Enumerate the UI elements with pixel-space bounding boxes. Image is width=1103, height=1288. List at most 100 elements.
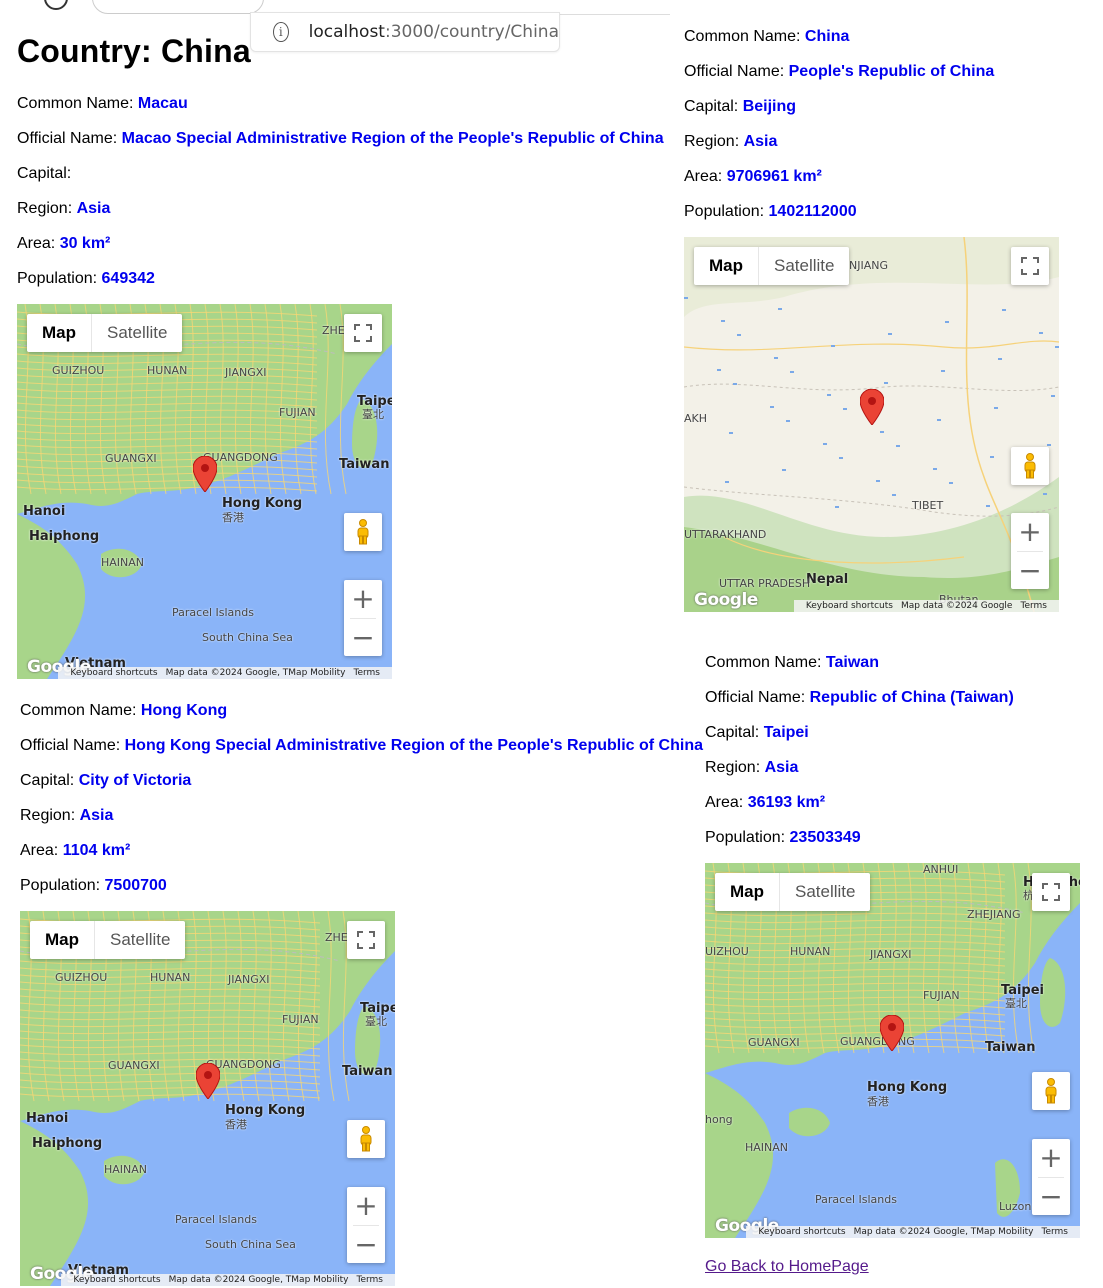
fullscreen-icon xyxy=(1042,883,1060,901)
map-place-label: ZHEJIANG xyxy=(967,908,1021,921)
map-place-label: HAINAN xyxy=(104,1163,148,1176)
map-type-satellite-button[interactable]: Satellite xyxy=(92,314,182,352)
map-type-satellite-button[interactable]: Satellite xyxy=(95,921,185,959)
area-label: Area: xyxy=(705,794,748,811)
terms-link[interactable]: Terms xyxy=(352,1275,387,1285)
map-place-label: Paracel Islands xyxy=(172,606,254,619)
region-value: Asia xyxy=(79,807,114,824)
map-type-satellite-button[interactable]: Satellite xyxy=(780,873,870,911)
map-place-label: 臺北 xyxy=(1005,997,1027,1010)
zoom-in-button[interactable]: + xyxy=(347,1187,385,1225)
map-data-attribution: Map data ©2024 Google, TMap Mobility xyxy=(168,1275,349,1285)
street-view-pegman-button[interactable] xyxy=(1011,447,1049,485)
map-type-map-button[interactable]: Map xyxy=(27,314,92,352)
population-label: Population: xyxy=(20,877,105,894)
map-type-control[interactable]: Map Satellite xyxy=(27,314,183,352)
pegman-icon xyxy=(357,519,369,545)
area-value: 30 km² xyxy=(59,235,111,252)
area-label: Area: xyxy=(20,842,63,859)
street-view-pegman-button[interactable] xyxy=(344,513,382,551)
region-value: Asia xyxy=(764,759,799,776)
url-host: localhost xyxy=(308,22,385,42)
region-value: Asia xyxy=(76,200,111,217)
terms-link[interactable]: Terms xyxy=(1037,1227,1072,1237)
official-name-value: People's Republic of China xyxy=(788,63,995,80)
common-name-value: China xyxy=(804,28,850,45)
map-marker-icon[interactable] xyxy=(192,455,218,493)
keyboard-shortcuts-link[interactable]: Keyboard shortcuts xyxy=(802,601,897,611)
map-data-attribution: Map data ©2024 Google, TMap Mobility xyxy=(853,1227,1034,1237)
map-place-label: Haiphong xyxy=(29,529,100,544)
official-name-value: Hong Kong Special Administrative Region … xyxy=(124,737,703,754)
map-marker-icon[interactable] xyxy=(195,1062,221,1100)
population-row: Population: 23503349 xyxy=(705,828,1080,863)
pegman-icon xyxy=(360,1126,372,1152)
map-place-label: AKH xyxy=(684,412,708,425)
map-place-label: JIANGXI xyxy=(228,973,270,986)
google-map[interactable]: NJIANG TIBET Nepal UTTAR PRADESH UTTARAKHAND… xyxy=(684,237,1059,612)
zoom-control[interactable]: + − xyxy=(347,1187,385,1263)
zoom-in-button[interactable]: + xyxy=(344,580,382,618)
map-footer: Keyboard shortcuts Map data ©2024 Google,… xyxy=(58,667,392,679)
map-type-control[interactable]: Map Satellite xyxy=(715,873,871,911)
fullscreen-button[interactable] xyxy=(1032,873,1070,911)
keyboard-shortcuts-link[interactable]: Keyboard shortcuts xyxy=(69,1275,164,1285)
browser-tab[interactable] xyxy=(92,0,264,14)
region-row: Region: Asia xyxy=(20,806,703,841)
region-label: Region: xyxy=(684,133,744,150)
map-place-label: South China Sea xyxy=(205,1238,296,1251)
back-to-homepage-link[interactable]: Go Back to HomePage xyxy=(705,1258,869,1276)
google-map[interactable]: UIZHOUHUNANJIANGXIZHEJIANGANHUIHangzhou杭… xyxy=(705,863,1080,1238)
keyboard-shortcuts-link[interactable]: Keyboard shortcuts xyxy=(66,668,161,678)
map-marker-icon[interactable] xyxy=(859,388,885,426)
map-type-satellite-button[interactable]: Satellite xyxy=(759,247,849,285)
map-place-label: FUJIAN xyxy=(923,989,960,1002)
street-view-pegman-button[interactable] xyxy=(347,1120,385,1158)
fullscreen-button[interactable] xyxy=(1011,247,1049,285)
google-map[interactable]: GUIZHOU HUNAN JIANGXI FUJIAN GUANGXI GUANGDON… xyxy=(17,304,392,679)
tab-icon[interactable] xyxy=(44,0,68,10)
zoom-out-button[interactable]: − xyxy=(347,1226,385,1264)
country-card-macau: Common Name: Macau Official Name: Macao S… xyxy=(17,94,664,679)
zoom-out-button[interactable]: − xyxy=(1011,552,1049,590)
map-type-map-button[interactable]: Map xyxy=(715,873,780,911)
area-value: 1104 km² xyxy=(62,842,131,859)
map-place-label: 香港 xyxy=(225,1118,247,1131)
map-place-label: HUNAN xyxy=(147,364,188,377)
map-place-label: Paracel Islands xyxy=(815,1193,897,1206)
address-bar[interactable]: i localhost:3000/country/China xyxy=(250,12,560,52)
zoom-control[interactable]: + − xyxy=(1032,1139,1070,1215)
keyboard-shortcuts-link[interactable]: Keyboard shortcuts xyxy=(754,1227,849,1237)
zoom-control[interactable]: + − xyxy=(344,580,382,656)
zoom-in-button[interactable]: + xyxy=(1011,513,1049,551)
map-place-label: Taiwan xyxy=(339,457,390,472)
map-type-control[interactable]: Map Satellite xyxy=(694,247,850,285)
fullscreen-button[interactable] xyxy=(344,314,382,352)
zoom-out-button[interactable]: − xyxy=(344,619,382,657)
site-info-icon[interactable]: i xyxy=(273,22,289,42)
population-value: 649342 xyxy=(101,270,155,287)
map-type-control[interactable]: Map Satellite xyxy=(30,921,186,959)
zoom-out-button[interactable]: − xyxy=(1032,1178,1070,1216)
official-name-value: Republic of China (Taiwan) xyxy=(809,689,1014,706)
capital-label: Capital: xyxy=(705,724,760,741)
capital-row: Capital: City of Victoria xyxy=(20,771,703,806)
browser-divider xyxy=(558,14,670,15)
google-map[interactable]: GUIZHOU HUNAN JIANGXI FUJIAN GUANGXI GUANGDON… xyxy=(20,911,395,1286)
map-marker-icon[interactable] xyxy=(879,1014,905,1052)
street-view-pegman-button[interactable] xyxy=(1032,1072,1070,1110)
map-place-label: Taiwan xyxy=(342,1064,393,1079)
terms-link[interactable]: Terms xyxy=(349,668,384,678)
zoom-control[interactable]: + − xyxy=(1011,513,1049,589)
zoom-in-button[interactable]: + xyxy=(1032,1139,1070,1177)
map-type-map-button[interactable]: Map xyxy=(30,921,95,959)
area-row: Area: 1104 km² xyxy=(20,841,703,876)
map-place-label: UTTARAKHAND xyxy=(684,528,767,541)
map-footer: Keyboard shortcuts Map data ©2024 Google T… xyxy=(793,600,1059,612)
official-name-row: Official Name: Republic of China (Taiwan… xyxy=(705,688,1080,723)
map-type-map-button[interactable]: Map xyxy=(694,247,759,285)
terms-link[interactable]: Terms xyxy=(1016,601,1051,611)
official-name-label: Official Name: xyxy=(705,689,810,706)
capital-value: Taipei xyxy=(763,724,809,741)
fullscreen-button[interactable] xyxy=(347,921,385,959)
